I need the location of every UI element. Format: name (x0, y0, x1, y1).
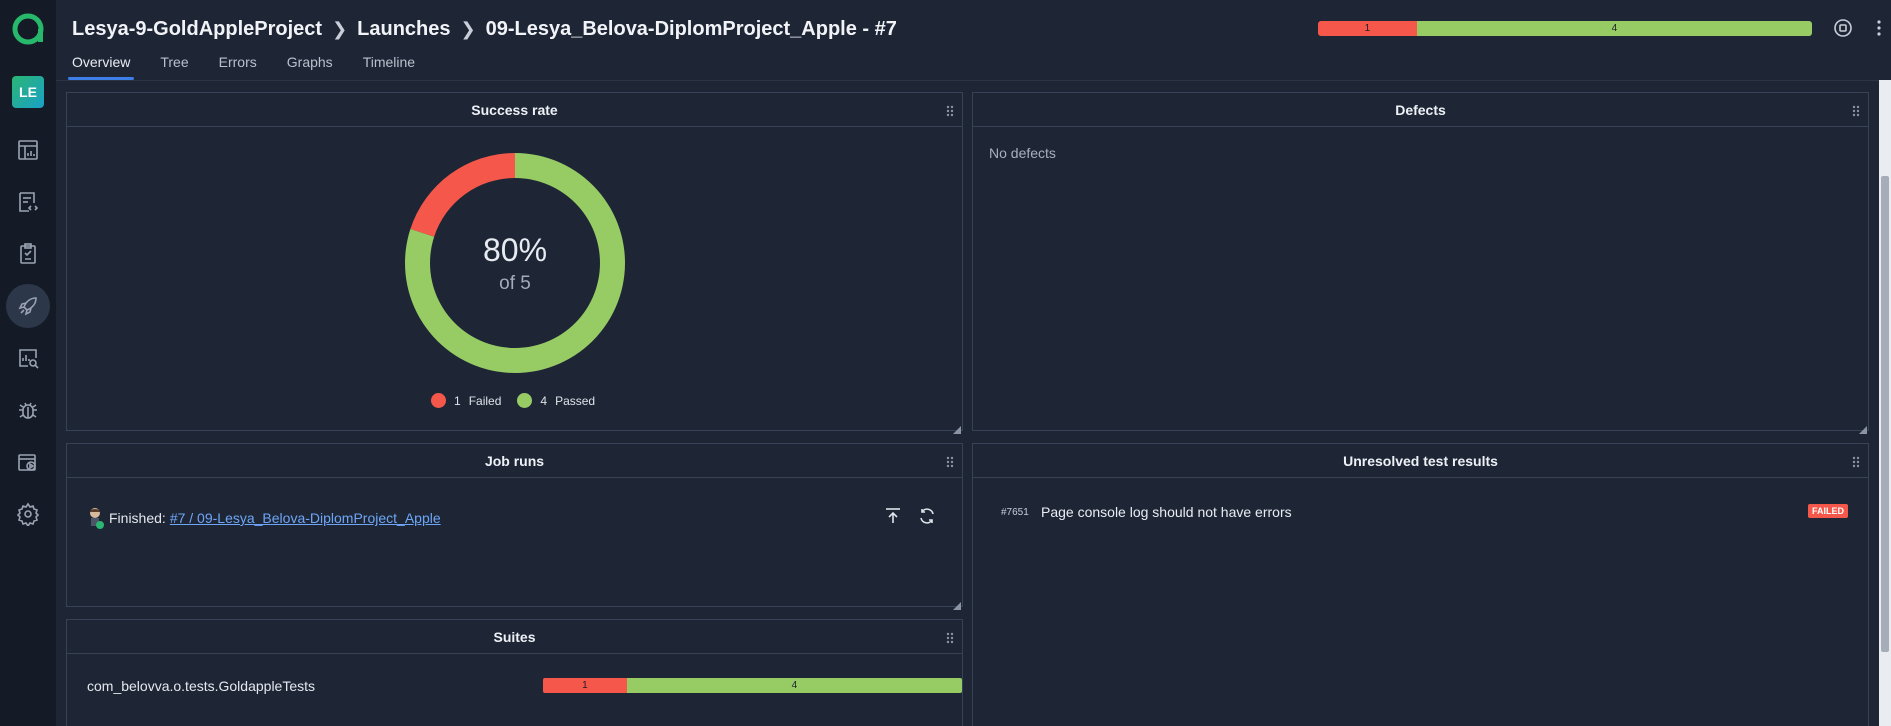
more-vertical-icon (1877, 20, 1881, 36)
stop-launch-button[interactable] (1832, 17, 1854, 39)
drag-handle-icon[interactable] (946, 455, 954, 468)
legend-label: Passed (555, 393, 596, 408)
job-run-link[interactable]: #7 / 09-Lesya_Belova-DiplomProject_Apple (170, 510, 441, 526)
test-result-id: #7651 (1001, 506, 1029, 518)
refresh-icon (920, 508, 934, 524)
page-scrollbar[interactable] (1879, 80, 1891, 726)
upload-results-button[interactable] (881, 504, 905, 528)
chevron-right-icon: ❯ (332, 19, 348, 39)
suite-bar-passed: 4 (626, 678, 962, 693)
drag-handle-icon[interactable] (1852, 104, 1860, 117)
test-result-row[interactable]: #7651 Page console log should not have e… (1001, 500, 1848, 524)
suite-row[interactable]: com_belovva.o.tests.GoldappleTests 1 4 (87, 676, 962, 696)
chart-legend: 1 Failed 4 Passed (431, 393, 611, 408)
job-status-label: Finished: (109, 510, 166, 526)
header-divider (56, 80, 1881, 81)
drag-handle-icon[interactable] (946, 631, 954, 644)
tab-timeline[interactable]: Timeline (363, 54, 415, 78)
resize-handle-icon[interactable] (953, 421, 961, 434)
widget-header: Success rate (67, 93, 962, 127)
test-result-name[interactable]: Page console log should not have errors (1041, 504, 1292, 520)
dashboards-icon (18, 140, 38, 160)
donut-center: 80% of 5 (393, 141, 637, 385)
drag-handle-icon[interactable] (946, 104, 954, 117)
unresolved-results-widget: Unresolved test results #7651 Page conso… (972, 443, 1869, 726)
suites-widget: Suites com_belovva.o.tests.GoldappleTest… (66, 619, 963, 726)
sidebar-item-settings[interactable] (6, 492, 50, 536)
test-cases-icon (19, 192, 39, 212)
widget-header: Job runs (67, 444, 962, 478)
legend-failed[interactable]: 1 Failed (431, 393, 501, 408)
left-sidebar: LE (0, 0, 56, 726)
widget-header: Defects (973, 93, 1868, 127)
legend-count: 4 (540, 393, 548, 408)
jobs-icon (18, 454, 36, 471)
tab-graphs[interactable]: Graphs (287, 54, 333, 78)
launch-status-bar[interactable]: 1 4 (1318, 21, 1812, 36)
suite-bar-failed: 1 (543, 678, 627, 693)
legend-passed[interactable]: 4 Passed (517, 393, 595, 408)
breadcrumb-project[interactable]: Lesya-9-GoldAppleProject (72, 18, 322, 41)
sidebar-item-test-plans[interactable] (6, 232, 50, 276)
test-plans-icon (20, 243, 36, 264)
sidebar-item-jobs[interactable] (6, 440, 50, 484)
sidebar-item-launches[interactable] (6, 284, 50, 328)
sidebar-item-analytics[interactable] (6, 336, 50, 380)
page-header: Lesya-9-GoldAppleProject ❯ Launches ❯ 09… (67, 0, 1891, 80)
success-rate-widget: Success rate 80% of 5 1 Failed 4 Passed (66, 92, 963, 434)
user-avatar[interactable]: LE (12, 76, 44, 108)
launches-rocket-icon (18, 297, 37, 316)
suite-status-bar[interactable]: 1 4 (543, 678, 962, 693)
suite-name[interactable]: com_belovva.o.tests.GoldappleTests (87, 678, 315, 694)
legend-dot-failed (431, 393, 446, 408)
tab-overview[interactable]: Overview (67, 54, 135, 80)
settings-gear-icon (16, 502, 40, 526)
rerun-job-button[interactable] (915, 504, 939, 528)
widget-title: Suites (493, 628, 536, 645)
breadcrumb-launches[interactable]: Launches (357, 18, 450, 41)
widget-header: Suites (67, 620, 962, 654)
analytics-icon (19, 349, 39, 369)
allure-logo-icon[interactable] (11, 12, 45, 46)
chevron-right-icon: ❯ (460, 19, 476, 39)
status-badge: FAILED (1807, 504, 1848, 518)
page-title: 09-Lesya_Belova-DiplomProject_Apple - #7 (485, 18, 897, 40)
total-count: of 5 (499, 272, 531, 294)
breadcrumb: Lesya-9-GoldAppleProject ❯ Launches ❯ 09… (72, 18, 897, 41)
legend-count: 1 (454, 393, 461, 408)
success-percent: 80% (482, 231, 548, 268)
widget-title: Unresolved test results (1343, 452, 1498, 469)
sidebar-item-dashboards[interactable] (6, 128, 50, 172)
widget-title: Success rate (471, 101, 558, 118)
sidebar-item-test-cases[interactable] (6, 180, 50, 224)
jenkins-icon (90, 508, 104, 529)
job-runs-widget: Job runs Finished: #7 / 09-Lesya_Belova-… (66, 443, 963, 610)
sidebar-item-defects[interactable] (6, 388, 50, 432)
widget-title: Job runs (484, 452, 545, 469)
legend-label: Failed (468, 393, 502, 408)
resize-handle-icon[interactable] (1859, 421, 1867, 434)
widget-title: Defects (1395, 101, 1446, 118)
resize-handle-icon[interactable] (953, 597, 961, 610)
upload-icon (886, 508, 900, 523)
defects-widget: Defects No defects (972, 92, 1869, 434)
success-donut-chart: 80% of 5 (393, 141, 637, 385)
more-menu-button[interactable] (1868, 17, 1890, 39)
status-bar-failed[interactable]: 1 (1318, 21, 1417, 36)
drag-handle-icon[interactable] (1852, 455, 1860, 468)
job-run-row: Finished: #7 / 09-Lesya_Belova-DiplomPro… (87, 506, 441, 530)
tab-bar: Overview Tree Errors Graphs Timeline (67, 54, 445, 80)
legend-dot-passed (517, 393, 533, 408)
widget-header: Unresolved test results (973, 444, 1868, 478)
no-defects-text: No defects (989, 145, 1056, 161)
status-bar-passed[interactable]: 4 (1416, 21, 1812, 36)
tab-tree[interactable]: Tree (160, 54, 188, 78)
defects-bug-icon (19, 402, 37, 419)
stop-circle-icon (1834, 19, 1852, 37)
scrollbar-thumb[interactable] (1881, 176, 1889, 652)
tab-errors[interactable]: Errors (219, 54, 257, 78)
